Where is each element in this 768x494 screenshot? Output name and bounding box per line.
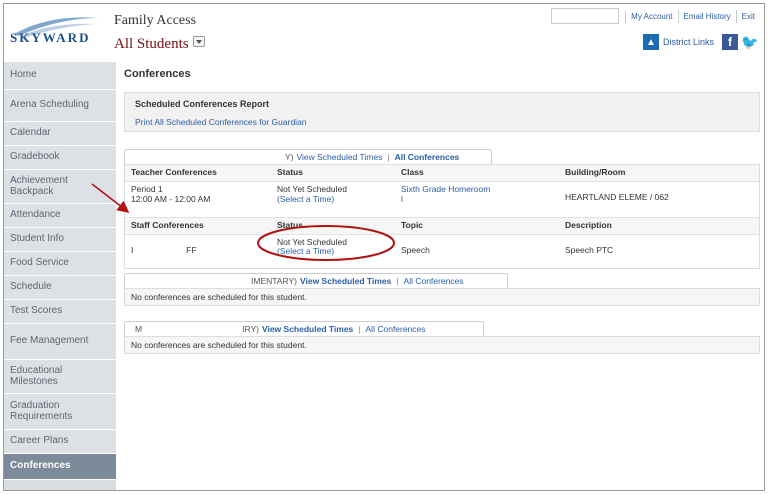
view-scheduled-times-link[interactable]: View Scheduled Times [262, 324, 353, 334]
sidebar-item-achievement-backpack[interactable]: Achievement Backpack [4, 170, 116, 204]
period-time: 12:00 AM - 12:00 AM [131, 193, 211, 204]
sidebar-item-attendance[interactable]: Attendance [4, 204, 116, 228]
col-building-room: Building/Room [565, 167, 626, 177]
staff-name-start: I [131, 244, 134, 255]
no-conferences-message: No conferences are scheduled for this st… [124, 288, 760, 306]
district-links-label[interactable]: District Links [663, 37, 714, 47]
col-topic: Topic [401, 219, 424, 230]
col-staff-conferences: Staff Conferences [131, 219, 204, 230]
table-row: Period 1 12:00 AM - 12:00 AM Not Yet Sch… [125, 182, 759, 218]
school-tab-3-name: IRY) [242, 324, 259, 334]
student-selector-label: All Students [114, 36, 189, 52]
school-tab-3-start: M [135, 324, 143, 334]
my-account-link[interactable]: My Account [625, 9, 677, 23]
sidebar-item-career-plans[interactable]: Career Plans [4, 430, 116, 454]
tab-separator: | [358, 324, 361, 334]
class-link[interactable]: Sixth Grade Homeroom [401, 184, 490, 194]
sidebar: Home Arena Scheduling Calendar Gradebook… [4, 62, 116, 490]
sidebar-item-gradebook[interactable]: Gradebook [4, 146, 116, 170]
view-scheduled-times-link[interactable]: View Scheduled Times [300, 276, 391, 286]
print-conferences-link[interactable]: Print All Scheduled Conferences for Guar… [135, 117, 307, 127]
app-window: SKYWARD Family Access All Students My Ac… [3, 3, 765, 491]
sidebar-item-arena-scheduling[interactable]: Arena Scheduling [4, 90, 116, 122]
district-links[interactable]: ▲ District Links f 🐦 [642, 34, 759, 50]
sidebar-item-test-scores[interactable]: Test Scores [4, 300, 116, 324]
dropdown-icon[interactable] [192, 36, 205, 47]
all-conferences-link[interactable]: All Conferences [404, 276, 464, 286]
school-tab-2-name: IMENTARY) [251, 276, 297, 286]
staff-name-cell: I FF [125, 235, 271, 268]
tab-separator: | [387, 152, 390, 162]
twitter-icon[interactable]: 🐦 [741, 34, 758, 50]
top-links: My Account Email History Exit [551, 8, 760, 24]
page-title: Conferences [124, 68, 191, 80]
sidebar-item-food-service[interactable]: Food Service [4, 252, 116, 276]
facebook-icon[interactable]: f [722, 34, 738, 50]
col-class: Class [401, 167, 424, 177]
sidebar-item-fee-management[interactable]: Fee Management [4, 324, 116, 360]
col-description: Description [565, 219, 612, 230]
teacher-header-row: Teacher Conferences Status Class Buildin… [125, 165, 759, 182]
staff-name-end: FF [186, 244, 197, 255]
col-teacher-conferences: Teacher Conferences [131, 167, 217, 177]
school-tab-1[interactable]: Y) View Scheduled Times | All Conference… [124, 149, 492, 164]
tab-separator: | [396, 276, 399, 286]
sidebar-item-student-info[interactable]: Student Info [4, 228, 116, 252]
select-time-link[interactable]: (Select a Time) [277, 194, 334, 204]
class-sub: l [401, 193, 403, 204]
school-tab-2[interactable]: IMENTARY) View Scheduled Times | All Con… [124, 273, 508, 288]
app-title: Family Access [114, 13, 197, 28]
room-cell: HEARTLAND ELEME / 062 [565, 191, 669, 202]
sidebar-item-calendar[interactable]: Calendar [4, 122, 116, 146]
header: SKYWARD Family Access All Students My Ac… [4, 4, 764, 62]
main-content: Conferences Scheduled Conferences Report… [124, 68, 760, 488]
email-history-link[interactable]: Email History [677, 9, 736, 23]
sidebar-item-educational-milestones[interactable]: Educational Milestones [4, 360, 116, 394]
col-staff-status: Status [277, 219, 303, 230]
exit-link[interactable]: Exit [735, 9, 760, 23]
scheduled-report-panel: Scheduled Conferences Report Print All S… [124, 92, 760, 132]
all-conferences-link[interactable]: All Conferences [366, 324, 426, 334]
student-selector[interactable]: All Students [114, 36, 205, 53]
sidebar-item-graduation-requirements[interactable]: Graduation Requirements [4, 394, 116, 430]
no-conferences-message: No conferences are scheduled for this st… [124, 336, 760, 354]
staff-header-row: Staff Conferences Status Topic Descripti… [125, 217, 759, 235]
all-conferences-link[interactable]: All Conferences [395, 152, 460, 162]
sidebar-item-home[interactable]: Home [4, 62, 116, 90]
col-status: Status [277, 167, 303, 177]
conferences-table-1: Teacher Conferences Status Class Buildin… [124, 164, 760, 269]
staff-select-time-link[interactable]: (Select a Time) [277, 246, 334, 256]
status-cell: Not Yet Scheduled (Select a Time) [271, 182, 395, 217]
class-cell: Sixth Grade Homeroom l [395, 182, 559, 217]
sidebar-item-conferences[interactable]: Conferences [4, 454, 116, 480]
description-cell: Speech PTC [565, 244, 614, 255]
table-row: I FF Not Yet Scheduled (Select a Time) S… [125, 235, 759, 268]
top-blank-field [551, 8, 620, 24]
school-tab-1-name: Y) [285, 152, 294, 162]
sidebar-item-schedule[interactable]: Schedule [4, 276, 116, 300]
report-title: Scheduled Conferences Report [135, 99, 270, 109]
district-links-icon[interactable]: ▲ [642, 34, 659, 50]
view-scheduled-times-link[interactable]: View Scheduled Times [297, 152, 383, 162]
topic-cell: Speech [401, 244, 430, 255]
logo-text: SKYWARD [10, 30, 91, 45]
period-cell: Period 1 12:00 AM - 12:00 AM [125, 182, 271, 217]
staff-status-cell: Not Yet Scheduled (Select a Time) [271, 235, 395, 268]
school-tab-3[interactable]: M IRY) View Scheduled Times | All Confer… [124, 321, 484, 336]
